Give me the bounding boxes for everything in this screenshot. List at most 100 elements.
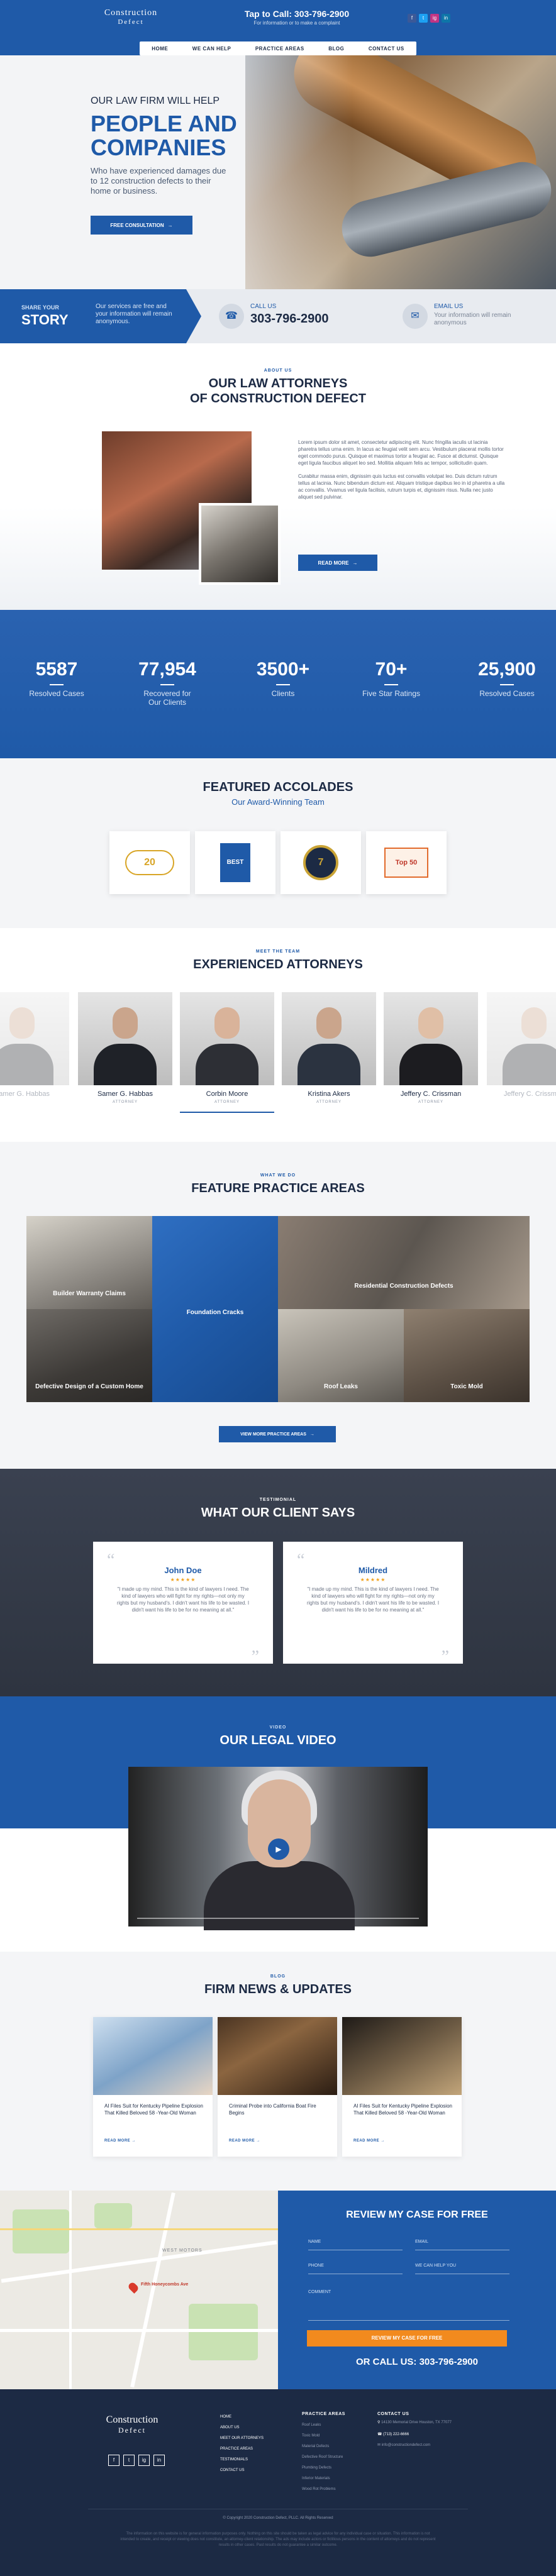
call-us-number[interactable]: 303-796-2900 bbox=[250, 312, 329, 326]
news-image bbox=[342, 2017, 462, 2095]
footer-link[interactable]: Toxic Mold bbox=[302, 2431, 345, 2441]
footer-link[interactable]: PRACTICE AREAS bbox=[220, 2444, 264, 2455]
news-read-more[interactable]: READ MORE → bbox=[229, 2139, 260, 2143]
form-title: REVIEW MY CASE FOR FREE bbox=[346, 2209, 488, 2220]
attorney-photo[interactable] bbox=[180, 992, 274, 1085]
about-paragraph-2: Curabitur massa enim, dignissim quis luc… bbox=[298, 473, 505, 500]
practice-tile-label: Toxic Mold bbox=[450, 1383, 483, 1390]
linkedin-icon[interactable]: in bbox=[442, 14, 450, 23]
footer-link[interactable]: Roof Leaks bbox=[302, 2420, 345, 2431]
facebook-icon[interactable]: f bbox=[108, 2455, 120, 2466]
footer-link[interactable]: Defective Roof Structure bbox=[302, 2452, 345, 2463]
news-card[interactable]: Criminal Probe into California Boat Fire… bbox=[218, 2017, 337, 2157]
attorney-name-faded: Samer G. Habbas bbox=[0, 1090, 50, 1098]
attorney-name[interactable]: Samer G. Habbas bbox=[78, 1090, 172, 1098]
footer-link[interactable]: ABOUT US bbox=[220, 2423, 264, 2433]
attorney-photo[interactable] bbox=[282, 992, 376, 1085]
testimonial-card: “ John Doe ★★★★★ "I made up my mind. Thi… bbox=[93, 1542, 273, 1667]
twitter-icon[interactable]: t bbox=[419, 14, 428, 23]
footer-logo[interactable]: Construction Defect bbox=[92, 2414, 172, 2435]
instagram-icon[interactable]: ig bbox=[138, 2455, 150, 2466]
nav-contact-us[interactable]: CONTACT US bbox=[369, 46, 404, 52]
disclaimer: The information on this website is for g… bbox=[120, 2532, 436, 2547]
practice-title: FEATURE PRACTICE AREAS bbox=[191, 1181, 365, 1195]
video-kicker: VIDEO bbox=[269, 1725, 287, 1730]
form-call-text[interactable]: OR CALL US: 303-796-2900 bbox=[278, 2357, 556, 2367]
footer-col-contact: CONTACT US ⚲ 14130 Memorial Drive Housto… bbox=[377, 2412, 472, 2451]
nav-home[interactable]: HOME bbox=[152, 46, 168, 52]
attorney-name[interactable]: Jeffery C. Crissman bbox=[384, 1090, 478, 1098]
stat-value: 25,900 bbox=[478, 659, 536, 680]
stat-label: Resolved Cases bbox=[479, 689, 535, 698]
review-case-button[interactable]: REVIEW MY CASE FOR FREE bbox=[307, 2330, 507, 2347]
seal-badge-icon: 7 bbox=[303, 845, 338, 880]
footer-email[interactable]: ✉ info@constructiondefect.com bbox=[377, 2440, 472, 2451]
story-desc: Our services are free and your informati… bbox=[96, 303, 172, 325]
practice-tile[interactable]: Toxic Mold bbox=[404, 1309, 530, 1402]
news-card[interactable]: AI Files Suit for Kentucky Pipeline Expl… bbox=[93, 2017, 213, 2157]
attorney-photo[interactable] bbox=[78, 992, 172, 1085]
accolade-badge: BEST bbox=[195, 831, 275, 894]
news-read-more-label: READ MORE bbox=[104, 2139, 131, 2143]
read-more-button[interactable]: READ MORE → bbox=[298, 555, 377, 571]
linkedin-icon[interactable]: in bbox=[153, 2455, 165, 2466]
practice-tile-label: Defective Design of a Custom Home bbox=[35, 1383, 143, 1390]
footer-link[interactable]: Material Defects bbox=[302, 2441, 345, 2452]
map-street-label: WEST MOTORS bbox=[162, 2248, 203, 2253]
footer-heading: CONTACT US bbox=[377, 2412, 409, 2416]
news-title: FIRM NEWS & UPDATES bbox=[204, 1982, 352, 1996]
video-progress-bar[interactable] bbox=[137, 1918, 419, 1919]
testimonial-name: Mildred bbox=[358, 1566, 388, 1575]
attorney-photo-faded bbox=[487, 992, 556, 1085]
header-call[interactable]: Tap to Call: 303-796-2900 For informatio… bbox=[234, 9, 360, 26]
news-title-text[interactable]: Criminal Probe into California Boat Fire… bbox=[229, 2103, 328, 2116]
attorney-name[interactable]: Corbin Moore bbox=[180, 1090, 274, 1098]
hero-title: PEOPLE AND COMPANIES bbox=[91, 112, 237, 160]
instagram-icon[interactable]: ig bbox=[430, 14, 439, 23]
free-consultation-button[interactable]: FREE CONSULTATION → bbox=[91, 216, 192, 235]
comment-label: COMMENT bbox=[308, 2290, 331, 2294]
practice-tile[interactable]: Roof Leaks bbox=[278, 1309, 404, 1402]
footer-link[interactable]: Wood Rot Problems bbox=[302, 2484, 345, 2495]
nav-practice-areas[interactable]: PRACTICE AREAS bbox=[255, 46, 304, 52]
copyright: © Copyright 2020 Construction Defect, PL… bbox=[223, 2516, 333, 2520]
footer-link[interactable]: Inferior Materials bbox=[302, 2474, 345, 2484]
read-more-label: READ MORE bbox=[318, 560, 349, 566]
attorney-photo[interactable] bbox=[384, 992, 478, 1085]
news-card[interactable]: AI Files Suit for Kentucky Pipeline Expl… bbox=[342, 2017, 462, 2157]
testimonials-title: WHAT OUR CLIENT SAYS bbox=[201, 1506, 355, 1520]
hero-subtitle: Who have experienced damages due to 12 c… bbox=[91, 166, 226, 196]
practice-tile[interactable]: Builder Warranty Claims bbox=[26, 1216, 152, 1309]
play-icon[interactable]: ▶ bbox=[268, 1838, 289, 1860]
comment-field[interactable] bbox=[308, 2320, 509, 2321]
practice-tile[interactable]: Defective Design of a Custom Home bbox=[26, 1309, 152, 1402]
email-us-text[interactable]: Your information will remain anonymous bbox=[434, 312, 528, 327]
attorney-name[interactable]: Kristina Akers bbox=[282, 1090, 376, 1098]
news-title-text[interactable]: AI Files Suit for Kentucky Pipeline Expl… bbox=[353, 2103, 453, 2116]
nav-blog[interactable]: BLOG bbox=[328, 46, 344, 52]
footer-link[interactable]: Plumbing Defects bbox=[302, 2463, 345, 2474]
news-read-more[interactable]: READ MORE → bbox=[353, 2139, 385, 2143]
practice-tile[interactable]: Residential Construction Defects bbox=[278, 1216, 530, 1309]
news-title-text[interactable]: AI Files Suit for Kentucky Pipeline Expl… bbox=[104, 2103, 204, 2116]
location-map[interactable]: WEST MOTORS bbox=[0, 2191, 278, 2389]
nav-we-can-help[interactable]: WE CAN HELP bbox=[192, 46, 231, 52]
news-read-more[interactable]: READ MORE → bbox=[104, 2139, 136, 2143]
footer-phone[interactable]: ☎ (713) 222-6666 bbox=[377, 2430, 472, 2440]
help-label: WE CAN HELP YOU bbox=[415, 2264, 457, 2268]
practice-tile[interactable]: Foundation Cracks bbox=[152, 1216, 278, 1402]
footer-link[interactable]: MEET OUR ATTORNEYS bbox=[220, 2433, 264, 2444]
twitter-icon[interactable]: t bbox=[123, 2455, 135, 2466]
footer-link[interactable]: CONTACT US bbox=[220, 2465, 264, 2476]
footer-link[interactable]: HOME bbox=[220, 2412, 264, 2423]
attorney-role: ATTORNEY bbox=[316, 1100, 342, 1104]
footer-link[interactable]: TESTIMONIALS bbox=[220, 2455, 264, 2465]
about-paragraph-1: Lorem ipsum dolor sit amet, consectetur … bbox=[298, 439, 504, 466]
view-more-practice-button[interactable]: VIEW MORE PRACTICE AREAS → bbox=[219, 1426, 336, 1442]
free-consultation-label: FREE CONSULTATION bbox=[110, 222, 164, 228]
facebook-icon[interactable]: f bbox=[408, 14, 416, 23]
testimonials-kicker: TESTIMONIAL bbox=[259, 1498, 297, 1502]
footer-address-text: 14130 Memorial Drive Houston, TX 77077 bbox=[381, 2421, 452, 2424]
logo[interactable]: Construction Defect bbox=[92, 9, 170, 29]
story-kicker: SHARE YOUR bbox=[21, 304, 59, 311]
